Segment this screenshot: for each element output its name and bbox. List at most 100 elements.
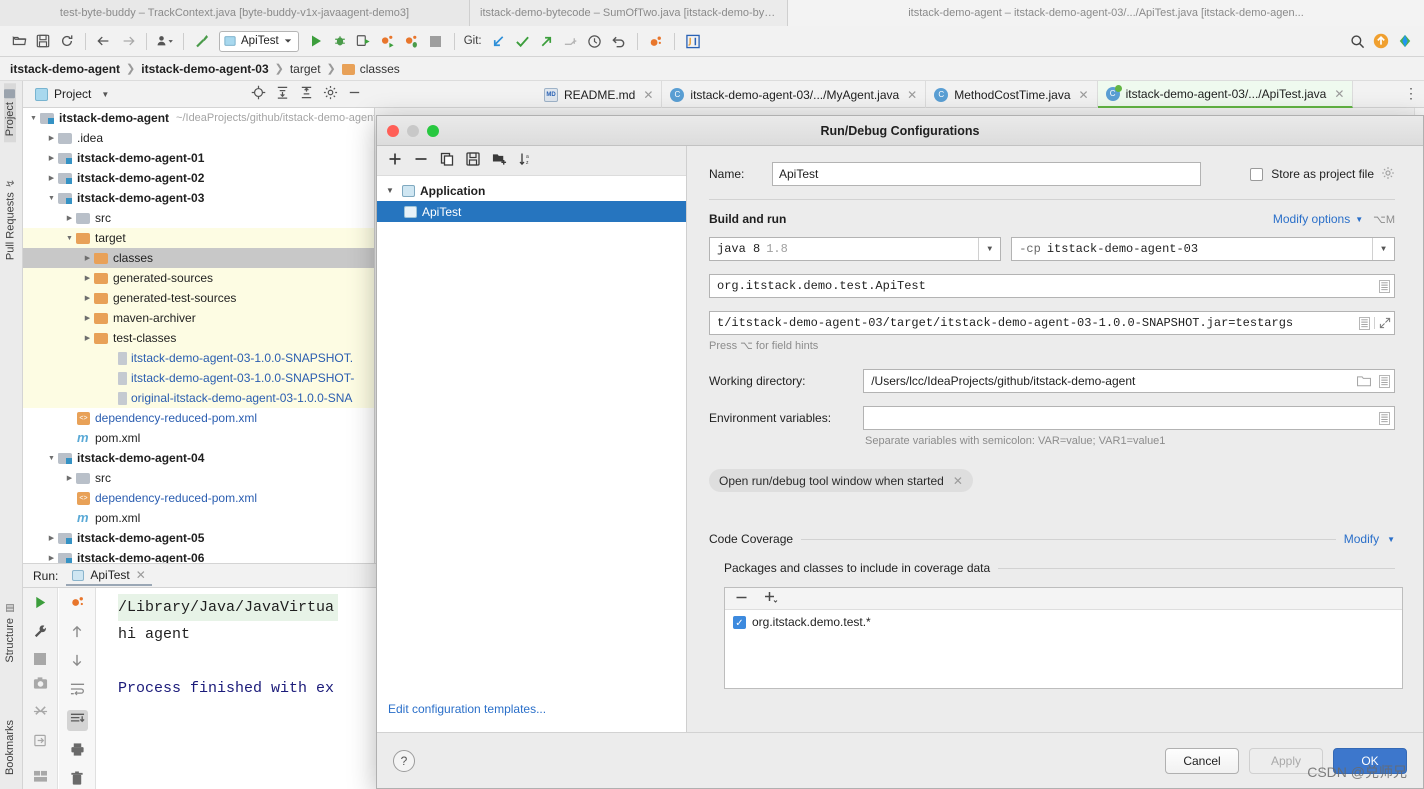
run-configuration-selector[interactable]: ApiTest xyxy=(219,30,299,52)
run-with-coverage-icon[interactable] xyxy=(353,30,375,52)
scroll-to-end-icon[interactable] xyxy=(66,710,88,731)
tree-row[interactable]: ▶ itstack-demo-agent-06 xyxy=(23,548,374,563)
sync-icon[interactable] xyxy=(56,30,78,52)
add-icon[interactable] xyxy=(764,591,778,607)
search-icon[interactable] xyxy=(1346,30,1368,52)
breadcrumb-item-module[interactable]: itstack-demo-agent-03 xyxy=(141,62,268,76)
close-icon[interactable]: ✕ xyxy=(643,88,653,102)
layout-icon[interactable] xyxy=(33,770,48,786)
project-panel-title[interactable]: Project ▼ xyxy=(23,87,109,101)
help-button[interactable]: ? xyxy=(393,749,415,772)
vm-args-input[interactable]: t/itstack-demo-agent-03/target/itstack-d… xyxy=(709,311,1395,335)
chevron-right-icon[interactable]: ▶ xyxy=(63,214,76,222)
breadcrumb-item-classes[interactable]: classes xyxy=(360,62,400,76)
camera-icon[interactable] xyxy=(33,676,48,693)
close-icon[interactable]: ✕ xyxy=(1079,88,1089,102)
tree-row[interactable]: original-itstack-demo-agent-03-1.0.0-SNA xyxy=(23,388,374,408)
tree-row[interactable]: ▼ itstack-demo-agent-04 xyxy=(23,448,374,468)
sort-icon[interactable]: az xyxy=(519,152,533,169)
tree-row[interactable]: ▼ itstack-demo-agent ~/IdeaProjects/github… xyxy=(23,108,374,128)
git-push-icon[interactable] xyxy=(536,30,558,52)
save-all-icon[interactable] xyxy=(32,30,54,52)
tree-row[interactable]: <> dependency-reduced-pom.xml xyxy=(23,408,374,428)
rerun-icon[interactable] xyxy=(33,595,48,613)
rail-tab-project[interactable]: Project xyxy=(4,83,16,143)
name-input[interactable]: ApiTest xyxy=(772,162,1201,186)
tree-row[interactable]: ▶ classes xyxy=(23,248,374,268)
window-tab[interactable]: itstack-demo-agent – itstack-demo-agent-… xyxy=(788,0,1424,26)
close-icon[interactable]: ✕ xyxy=(1334,87,1344,101)
jre-selector[interactable]: java 8 1.8 ▼ xyxy=(709,237,1002,261)
chevron-down-icon[interactable]: ▼ xyxy=(1372,238,1394,260)
classpath-selector[interactable]: -cp itstack-demo-agent-03 ▼ xyxy=(1011,237,1395,261)
main-class-input[interactable]: org.itstack.demo.test.ApiTest xyxy=(709,274,1395,298)
remove-icon[interactable] xyxy=(735,591,748,607)
chevron-right-icon[interactable]: ▶ xyxy=(45,154,58,162)
folder-add-icon[interactable] xyxy=(492,152,507,169)
working-directory-input[interactable]: /Users/lcc/IdeaProjects/github/itstack-d… xyxy=(863,369,1395,393)
add-icon[interactable] xyxy=(388,152,402,169)
chevron-right-icon[interactable]: ▶ xyxy=(45,554,58,562)
chevron-right-icon[interactable]: ▶ xyxy=(63,474,76,482)
debug-icon[interactable] xyxy=(329,30,351,52)
configurations-tree[interactable]: ▼ Application ApiTest xyxy=(377,176,686,686)
tree-row[interactable]: <> dependency-reduced-pom.xml xyxy=(23,488,374,508)
git-commit-icon[interactable] xyxy=(512,30,534,52)
chevron-right-icon[interactable]: ▶ xyxy=(81,254,94,262)
store-as-project-file-checkbox[interactable] xyxy=(1250,167,1264,181)
chevron-right-icon[interactable]: ▶ xyxy=(45,534,58,542)
close-icon[interactable]: ✕ xyxy=(136,568,146,582)
store-settings-gear-icon[interactable] xyxy=(1381,166,1395,183)
tree-row[interactable]: ▶ itstack-demo-agent-02 xyxy=(23,168,374,188)
chevron-down-icon[interactable]: ▼ xyxy=(63,235,76,242)
plugin-icon[interactable] xyxy=(682,30,704,52)
profiler-run-icon[interactable] xyxy=(377,30,399,52)
browse-folder-icon[interactable] xyxy=(1354,375,1374,387)
expand-field-icon[interactable] xyxy=(1374,411,1394,425)
update-available-icon[interactable] xyxy=(1370,30,1392,52)
up-arrow-icon[interactable] xyxy=(70,624,84,642)
config-item-apitest[interactable]: ApiTest xyxy=(377,201,686,222)
editor-tab-readme[interactable]: MD README.md ✕ xyxy=(536,81,663,108)
profiler-debug-icon[interactable] xyxy=(401,30,423,52)
expand-field-icon[interactable] xyxy=(1374,374,1394,388)
tree-row[interactable]: m pom.xml xyxy=(23,428,374,448)
cancel-button[interactable]: Cancel xyxy=(1165,747,1239,774)
app-icon[interactable] xyxy=(1394,30,1416,52)
hide-icon[interactable] xyxy=(347,85,362,103)
chevron-down-icon[interactable]: ▼ xyxy=(101,90,109,99)
bug-icon[interactable] xyxy=(645,30,667,52)
window-tab[interactable]: itstack-demo-bytecode – SumOfTwo.java [i… xyxy=(470,0,788,26)
chevron-right-icon[interactable]: ▶ xyxy=(45,134,58,142)
soft-wrap-icon[interactable] xyxy=(70,682,85,699)
chevron-right-icon[interactable]: ▶ xyxy=(81,274,94,282)
environment-variables-input[interactable] xyxy=(863,406,1395,430)
edit-configuration-templates-link[interactable]: Edit configuration templates... xyxy=(388,702,546,716)
editor-tab-myagent[interactable]: C itstack-demo-agent-03/.../MyAgent.java… xyxy=(662,81,927,108)
git-update-icon[interactable] xyxy=(488,30,510,52)
tree-row[interactable]: ▶ src xyxy=(23,208,374,228)
tree-row[interactable]: itstack-demo-agent-03-1.0.0-SNAPSHOT. xyxy=(23,348,374,368)
open-folder-icon[interactable] xyxy=(8,30,30,52)
chevron-down-icon[interactable]: ▼ xyxy=(1355,215,1363,224)
breadcrumb-item-target[interactable]: target xyxy=(290,62,321,76)
tree-row[interactable]: itstack-demo-agent-03-1.0.0-SNAPSHOT- xyxy=(23,368,374,388)
copy-icon[interactable] xyxy=(440,152,454,169)
tree-row[interactable]: ▶ .idea xyxy=(23,128,374,148)
wrench-icon[interactable] xyxy=(33,624,48,642)
run-tab-apitest[interactable]: ApiTest ✕ xyxy=(66,565,152,586)
export-icon[interactable] xyxy=(33,733,48,751)
editor-tabs-more-icon[interactable]: ⋮ xyxy=(1404,85,1418,102)
tree-row[interactable]: ▶ generated-sources xyxy=(23,268,374,288)
chevron-down-icon[interactable]: ▼ xyxy=(45,195,58,202)
chevron-down-icon[interactable]: ▼ xyxy=(45,455,58,462)
tree-row[interactable]: ▼ target xyxy=(23,228,374,248)
git-history-icon[interactable] xyxy=(584,30,606,52)
chevron-right-icon[interactable]: ▶ xyxy=(45,174,58,182)
breadcrumb-item-project[interactable]: itstack-demo-agent xyxy=(10,62,120,76)
run-icon[interactable] xyxy=(305,30,327,52)
git-rollback-icon[interactable] xyxy=(608,30,630,52)
expand-field-icon[interactable] xyxy=(1374,279,1394,293)
tree-row[interactable]: ▶ itstack-demo-agent-01 xyxy=(23,148,374,168)
chevron-down-icon[interactable]: ▼ xyxy=(386,186,397,195)
